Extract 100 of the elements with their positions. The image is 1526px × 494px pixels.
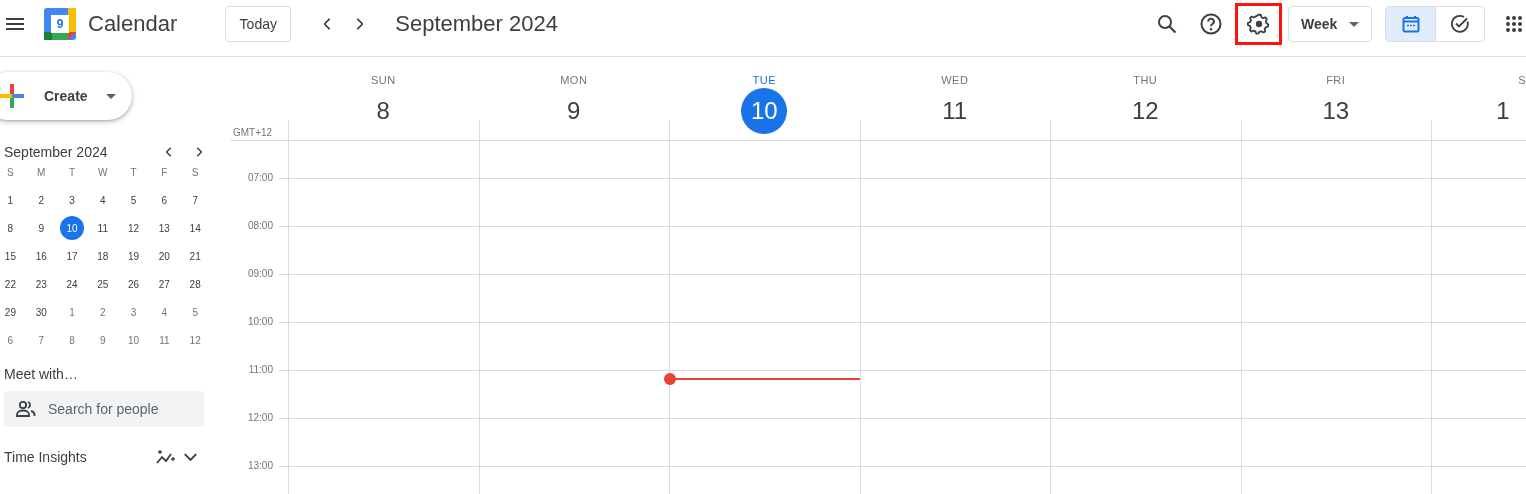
mini-calendar-day[interactable]: 26 [121, 272, 146, 296]
mini-calendar-day[interactable]: 3 [60, 188, 84, 212]
hour-label: 07:00 [247, 171, 273, 185]
weekday-label: W [97, 165, 109, 180]
weekday-name: S [1518, 73, 1526, 87]
search-people-field[interactable]: Search for people [4, 391, 204, 427]
chevron-right-icon [196, 147, 202, 157]
meet-with-heading: Meet with… [4, 366, 79, 382]
chevron-down-icon [183, 453, 197, 461]
hour-label: 10:00 [247, 315, 273, 329]
caret-icon [1349, 21, 1359, 27]
settings-icon [1246, 12, 1271, 36]
hour-label: 08:00 [247, 219, 273, 233]
hour-label: 09:00 [247, 267, 273, 281]
mini-calendar-day[interactable]: 1 [60, 300, 84, 324]
chevron-left-icon [166, 147, 172, 157]
mini-calendar-day[interactable]: 29 [0, 300, 23, 324]
create-button[interactable]: Create [0, 72, 132, 120]
weekday-name: FRI [1326, 73, 1346, 87]
mini-calendar-day[interactable]: 30 [29, 300, 54, 324]
search-icon [1155, 12, 1179, 36]
weekday-name: TUE [752, 73, 776, 87]
weekday-name: WED [941, 73, 969, 87]
sparkle-chart-icon [156, 449, 176, 465]
mini-calendar-day[interactable]: 15 [0, 244, 23, 268]
mini-calendar-day[interactable]: 4 [152, 300, 177, 324]
mini-calendar-day[interactable]: 7 [183, 188, 208, 212]
weekday-label: T [129, 165, 138, 180]
weekday-label: T [67, 165, 77, 180]
mini-calendar-day[interactable]: 9 [90, 328, 115, 352]
mini-calendar-day[interactable]: 9 [29, 216, 54, 240]
mini-calendar-day[interactable]: 5 [183, 300, 208, 324]
weekday-label: M [36, 165, 47, 180]
mini-calendar-day[interactable]: 4 [90, 188, 115, 212]
chevron-left-icon [323, 18, 331, 30]
mini-calendar-day[interactable]: 10 [121, 328, 146, 352]
weekday-label: F [160, 165, 169, 180]
mini-calendar-day[interactable]: 18 [90, 244, 115, 268]
mini-calendar-day[interactable]: 8 [0, 216, 23, 240]
mini-calendar-day[interactable]: 3 [121, 300, 146, 324]
day-number[interactable]: 13 [1312, 88, 1359, 134]
weekday-label: S [6, 165, 15, 180]
day-number[interactable]: 9 [550, 88, 597, 134]
time-insights-heading: Time Insights [4, 449, 88, 465]
mini-calendar-day[interactable]: 14 [183, 216, 208, 240]
day-number[interactable]: 8 [360, 88, 407, 134]
mini-calendar-day[interactable]: 11 [90, 216, 115, 240]
mini-calendar-day[interactable]: 17 [60, 244, 84, 268]
app-name: Calendar [88, 11, 178, 37]
mini-calendar-day[interactable]: 27 [152, 272, 177, 296]
mini-calendar-day[interactable]: 19 [121, 244, 146, 268]
weekday-name: MON [560, 73, 588, 87]
chevron-right-icon [355, 18, 363, 30]
calendar-view-button[interactable] [1386, 7, 1435, 41]
mini-calendar-day[interactable]: 13 [152, 216, 177, 240]
mini-calendar-day[interactable]: 8 [60, 328, 84, 352]
mini-calendar-day[interactable]: 1 [0, 188, 23, 212]
weekday-name: THU [1133, 73, 1158, 87]
mini-calendar-title: September 2024 [4, 144, 109, 160]
mini-calendar-day[interactable]: 5 [121, 188, 146, 212]
timezone-label: GMT+12 [233, 126, 273, 140]
today-button[interactable]: Today [225, 6, 292, 42]
mini-calendar-day[interactable]: 2 [90, 300, 115, 324]
current-period-title: September 2024 [395, 11, 558, 37]
mini-calendar-day[interactable]: 11 [152, 328, 177, 352]
apps-grid-icon [1505, 15, 1523, 33]
menu-icon [6, 18, 24, 30]
help-icon [1199, 12, 1223, 36]
day-number[interactable]: 1 [1480, 88, 1526, 134]
mini-calendar-day[interactable]: 25 [90, 272, 115, 296]
settings-button[interactable] [1235, 3, 1282, 45]
check-circle-icon [1450, 14, 1470, 34]
mini-calendar-day[interactable]: 6 [0, 328, 23, 352]
mini-calendar-day[interactable]: 7 [29, 328, 54, 352]
caret-icon [105, 93, 116, 99]
mini-calendar-day[interactable]: 6 [152, 188, 177, 212]
weekday-label: S [190, 165, 200, 180]
mini-calendar-day[interactable]: 12 [183, 328, 208, 352]
mini-calendar-day[interactable]: 12 [121, 216, 146, 240]
mini-calendar-day[interactable]: 28 [183, 272, 208, 296]
mini-calendar-day[interactable]: 22 [0, 272, 23, 296]
calendar-logo-day: 9 [44, 16, 76, 32]
mini-calendar-day[interactable]: 23 [29, 272, 54, 296]
mini-calendar-day[interactable]: 20 [152, 244, 177, 268]
hour-label: 11:00 [248, 363, 273, 377]
day-number[interactable]: 12 [1122, 88, 1169, 134]
view-dropdown[interactable]: Week [1288, 6, 1372, 42]
calendar-logo-icon [44, 8, 76, 40]
mini-calendar-day[interactable]: 2 [29, 188, 54, 212]
hour-label: 12:00 [247, 411, 273, 425]
hour-label: 13:00 [247, 459, 273, 473]
plus-icon [0, 84, 24, 108]
mini-calendar-day[interactable]: 24 [60, 272, 84, 296]
mini-calendar-day[interactable]: 10 [60, 216, 84, 240]
day-number[interactable]: 11 [931, 88, 978, 134]
mini-calendar-day[interactable]: 21 [183, 244, 208, 268]
weekday-name: SUN [370, 73, 396, 87]
day-number[interactable]: 10 [741, 88, 788, 134]
mini-calendar-day[interactable]: 16 [29, 244, 54, 268]
calendar-icon [1401, 15, 1420, 33]
